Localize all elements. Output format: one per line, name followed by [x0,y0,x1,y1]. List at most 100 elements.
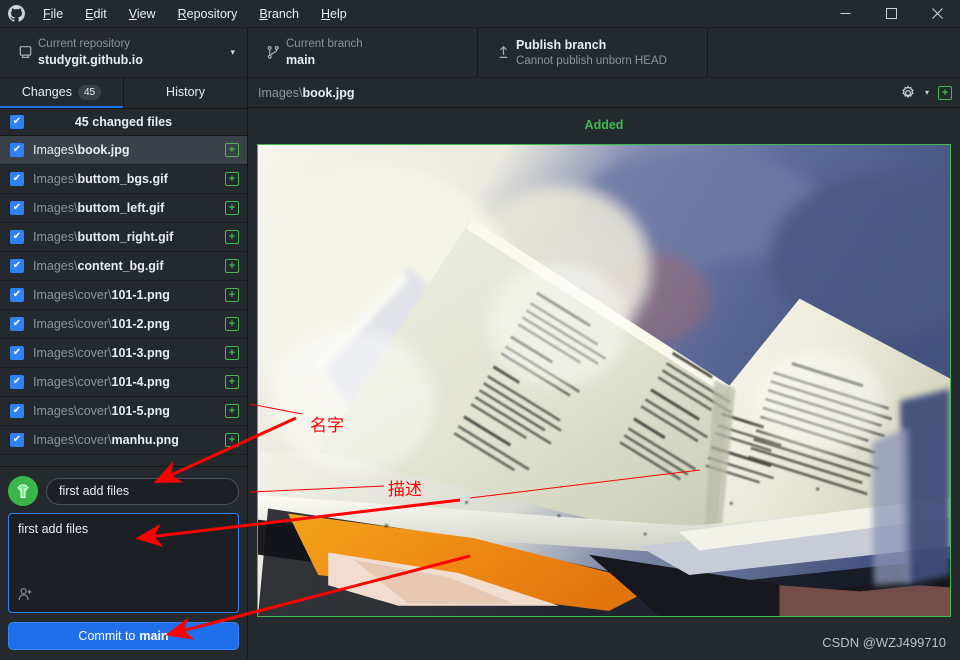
added-plus-icon[interactable]: + [938,85,952,100]
file-directory: Images\ [33,201,78,215]
menu-repository[interactable]: Repository [167,1,249,27]
menu-view-accel: V [128,6,137,21]
menu-edit-rest: dit [93,6,107,21]
file-status-added-icon: + [225,230,239,244]
file-status-added-icon: + [225,259,239,273]
table-row[interactable]: ✔ Images\content_bg.gif + [0,252,247,281]
changed-files-header: ✔ 45 changed files [0,108,247,136]
file-directory: Images\cover\ [33,404,112,418]
file-name: 101-2.png [111,317,170,331]
branch-label: Current branch [286,38,363,50]
menu-edit[interactable]: Edit [74,1,118,27]
menu-help-rest: elp [330,6,347,21]
file-checkbox[interactable]: ✔ [10,143,24,157]
close-button[interactable] [914,0,960,28]
description-input[interactable] [9,514,238,612]
tab-history[interactable]: History [124,78,247,108]
file-name: content_bg.gif [77,259,164,273]
file-path: Images\cover\101-5.png [33,404,216,418]
commit-button[interactable]: Commit to main [8,622,239,650]
menu-repository-accel: R [177,6,187,21]
description-field-wrapper [8,513,239,613]
branch-name: main [286,53,316,67]
toolbar-empty-area [708,28,960,77]
chevron-down-icon[interactable]: ▾ [224,47,235,58]
file-name: manhu.png [111,433,179,447]
table-row[interactable]: ✔ Images\buttom_right.gif + [0,223,247,252]
table-row[interactable]: ✔ Images\buttom_bgs.gif + [0,165,247,194]
menu-branch-accel: B [259,6,268,21]
status-badge: Added [584,118,624,132]
file-status-added-icon: + [225,433,239,447]
current-branch-button[interactable]: Current branch main [248,28,478,77]
menu-repository-rest: epository [186,6,238,21]
diff-file-dir: Images\ [258,85,303,100]
gear-icon[interactable] [900,85,916,101]
sidebar-tabs: Changes 45 History [0,78,247,108]
publish-branch-button[interactable]: Publish branch Cannot publish unborn HEA… [478,28,708,77]
changes-sidebar: Changes 45 History ✔ 45 changed files ✔ I… [0,78,248,660]
menu-view[interactable]: View [118,1,167,27]
table-row[interactable]: ✔ Images\buttom_left.gif + [0,194,247,223]
file-status-added-icon: + [225,317,239,331]
title-bar: File Edit View Repository Branch Help [0,0,960,28]
file-checkbox[interactable]: ✔ [10,201,24,215]
add-coauthor-icon[interactable] [17,586,34,608]
file-path: Images\buttom_left.gif [33,201,216,215]
file-checkbox[interactable]: ✔ [10,317,24,331]
menu-help[interactable]: Help [310,1,358,27]
table-row[interactable]: ✔ Images\cover\101-2.png + [0,310,247,339]
table-row[interactable]: ✔ Images\cover\manhu.png + [0,426,247,455]
file-checkbox[interactable]: ✔ [10,433,24,447]
file-path: Images\buttom_bgs.gif [33,172,216,186]
file-status-added-icon: + [225,201,239,215]
tab-changes[interactable]: Changes 45 [0,78,123,108]
menu-bar[interactable]: File Edit View Repository Branch Help [32,1,358,27]
file-checkbox[interactable]: ✔ [10,172,24,186]
tab-history-label: History [166,85,205,99]
menu-help-accel: H [320,6,331,21]
file-checkbox[interactable]: ✔ [10,346,24,360]
table-row[interactable]: ✔ Images\cover\101-5.png + [0,397,247,426]
main-body: Changes 45 History ✔ 45 changed files ✔ I… [0,78,960,660]
file-name: 101-3.png [111,346,170,360]
menu-file[interactable]: File [32,1,74,27]
minimize-button[interactable] [822,0,868,28]
file-name: 101-5.png [111,404,170,418]
file-status-added-icon: + [225,346,239,360]
publish-title: Publish branch [516,37,607,52]
summary-input[interactable] [46,477,239,505]
table-row[interactable]: ✔ Images\book.jpg + [0,136,247,165]
file-status-added-icon: + [225,404,239,418]
table-row[interactable]: ✔ Images\cover\101-4.png + [0,368,247,397]
file-name: buttom_left.gif [77,201,165,215]
file-checkbox[interactable]: ✔ [10,230,24,244]
current-repository-button[interactable]: Current repository studygit.github.io ▾ [0,28,248,77]
changed-files-list[interactable]: ✔ Images\book.jpg + ✔ Images\buttom_bgs.gif +… [0,136,247,466]
table-row[interactable]: ✔ Images\cover\101-3.png + [0,339,247,368]
commit-summary-row [8,476,239,506]
repository-icon [12,45,38,60]
file-path: Images\cover\101-4.png [33,375,216,389]
file-directory: Images\ [33,259,78,273]
file-name: 101-4.png [111,375,170,389]
watermark-text: CSDN @WZJ499710 [822,635,946,650]
gear-chevron-down-icon[interactable]: ▾ [925,88,929,97]
file-directory: Images\ [33,230,78,244]
menu-branch[interactable]: Branch [248,1,310,27]
file-checkbox[interactable]: ✔ [10,288,24,302]
maximize-button[interactable] [868,0,914,28]
file-checkbox[interactable]: ✔ [10,375,24,389]
file-status-added-icon: + [225,288,239,302]
commit-form: Commit to main [0,466,247,660]
file-name: buttom_right.gif [77,230,174,244]
window-controls [822,0,960,28]
open-book-photograph [258,145,950,616]
file-checkbox[interactable]: ✔ [10,404,24,418]
table-row[interactable]: ✔ Images\cover\101-1.png + [0,281,247,310]
file-checkbox[interactable]: ✔ [10,259,24,273]
file-directory: Images\cover\ [33,317,112,331]
repository-label: Current repository [38,38,131,50]
select-all-checkbox[interactable]: ✔ [10,115,24,129]
file-path: Images\cover\101-1.png [33,288,216,302]
